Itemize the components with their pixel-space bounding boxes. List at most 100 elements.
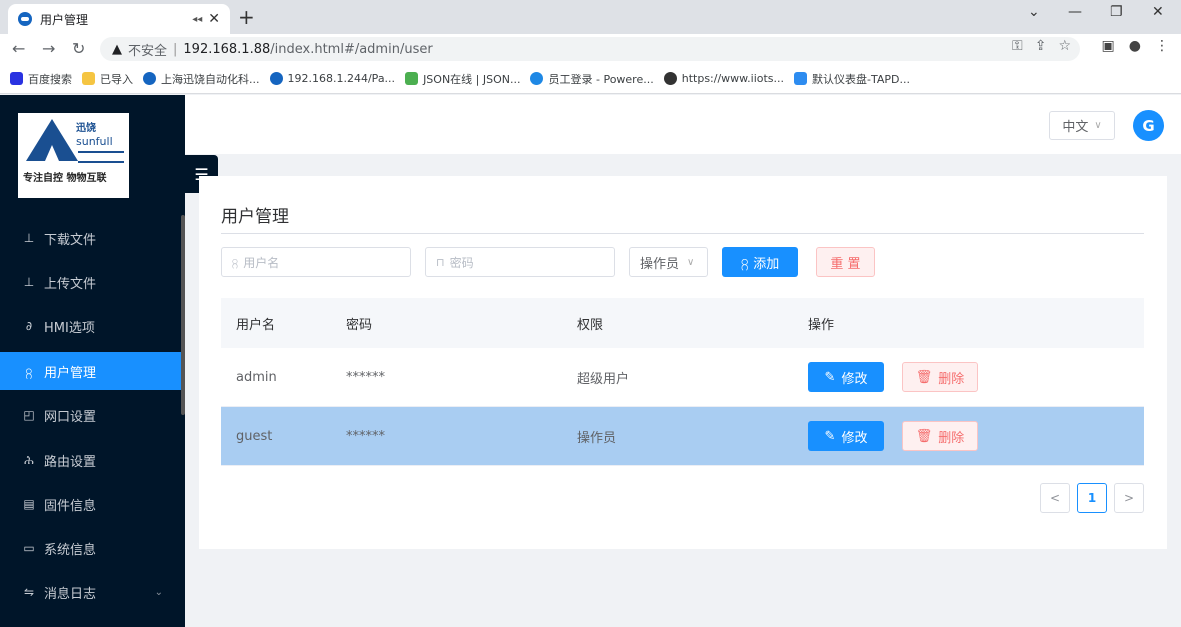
bookmark-item[interactable]: 默认仪表盘-TAPD... [794,71,910,87]
language-value: 中文 [1062,120,1089,135]
bookmark-item[interactable]: 192.168.1.244/Pa... [269,72,395,85]
url-separator: | [173,41,178,57]
page-number-button[interactable]: 1 [1077,483,1107,513]
sidebar-item-system[interactable]: ▭ 系统信息 [0,529,181,567]
bookmark-item[interactable]: JSON在线 | JSON... [405,71,520,87]
reset-button[interactable]: 重 置 [816,247,875,277]
bookmark-label: 默认仪表盘-TAPD... [812,72,910,86]
site-favicon-icon [18,12,32,26]
toolbar-actions: ▣ ● ⋮ [1102,38,1169,54]
sidebar-item-routing[interactable]: ሕ 路由设置 [0,441,181,479]
page-title: 用户管理 [221,207,289,227]
delete-button[interactable]: 🗑 删除 [902,421,978,451]
bookmark-label: 员工登录 - Powere... [548,72,654,86]
sidebar-item-label: 系统信息 [44,542,97,558]
bookmark-item[interactable]: 百度搜索 [10,71,72,87]
edit-icon: ✎ [824,428,836,444]
folder-icon [82,72,95,85]
browser-tab[interactable]: 用户管理 ◂◂ ✕ [8,4,230,34]
minimize-icon[interactable]: — [1068,4,1082,20]
sidebar-scrollbar[interactable] [181,215,185,415]
table-header: 用户名 密码 权限 操作 [221,298,1144,348]
edit-icon: ✎ [824,369,836,385]
sidebar-item-network[interactable]: ◰ 网口设置 [0,396,181,434]
password-input[interactable]: ⊓ 密码 [425,247,615,277]
header-username: 用户名 [236,317,276,333]
route-icon: ሕ [24,452,34,467]
bookmark-label: 已导入 [100,72,133,86]
cell-role: 操作员 [577,430,617,446]
next-page-button[interactable]: > [1114,483,1144,513]
address-bar-row: ← → ↻ ▲ 不安全 | 192.168.1.88 /index.html#/… [0,34,1181,64]
edit-button[interactable]: ✎ 修改 [808,362,884,392]
tab-close-icon[interactable]: ✕ [208,11,220,27]
logo-brand-cn: 迅饶 [76,123,96,134]
table-row[interactable]: guest ****** 操作员 ✎ 修改 🗑 删除 [221,407,1144,466]
divider [221,233,1144,234]
sidebar-item-logs[interactable]: ⇋ 消息日志 ⌄ [0,573,181,611]
window-close-icon[interactable]: ✕ [1152,4,1164,20]
trash-icon: 🗑 [915,369,933,385]
logo-slogan: 专注自控 物物互联 [23,173,107,184]
sidebar-item-label: 下载文件 [44,232,97,248]
bookmark-label: 百度搜索 [28,72,72,86]
key-icon[interactable]: ⚿ [1012,38,1023,54]
warning-icon: ▲ [112,41,122,57]
edit-button[interactable]: ✎ 修改 [808,421,884,451]
prev-page-button[interactable]: < [1040,483,1070,513]
forward-icon[interactable]: → [42,39,55,58]
company-logo: 迅饶 sunfull 专注自控 物物互联 [18,113,129,198]
back-icon[interactable]: ← [12,39,25,58]
reload-icon[interactable]: ↻ [72,39,85,58]
lock-icon: ⊓ [436,255,445,269]
tab-search-chevron-icon[interactable]: ⌄ [1028,4,1040,20]
bookmark-label: https://www.iiots... [681,72,785,85]
bookmark-label: 上海迅饶自动化科... [161,72,260,86]
bookmark-item[interactable]: 已导入 [82,71,133,87]
sidebar-item-firmware[interactable]: ▤ 固件信息 [0,485,181,523]
bookmark-5-icon [530,72,544,85]
bookmark-item[interactable]: https://www.iiots... [663,72,785,85]
cell-username: guest [236,428,273,444]
firmware-icon: ▤ [23,497,35,511]
bookmark-4-icon [405,72,419,85]
table-row[interactable]: admin ****** 超级用户 ✎ 修改 🗑 删除 [221,348,1144,407]
monitor-icon: ▭ [23,541,35,555]
sidebar-item-hmi[interactable]: ∂ HMI选项 [0,307,181,345]
sidebar-item-upload[interactable]: ⊥ 上传文件 [0,263,181,301]
share-icon[interactable]: ⇪ [1035,38,1047,54]
logo-brand-en: sunfull [76,135,113,148]
language-select[interactable]: 中文 ∨ [1049,111,1115,140]
username-input[interactable]: ႙ 用户名 [221,247,411,277]
sidepanel-icon[interactable]: ▣ [1102,38,1115,54]
role-select[interactable]: 操作员 ∨ [629,247,708,277]
sidebar-item-label: 上传文件 [44,276,97,292]
bookmark-3-icon [269,72,283,85]
bookmark-item[interactable]: 员工登录 - Powere... [530,71,654,87]
sidebar-item-label: 网口设置 [44,409,97,425]
cell-username: admin [236,369,277,385]
cell-actions: ✎ 修改 🗑 删除 [793,421,1144,451]
avatar[interactable]: G [1133,110,1164,141]
speaker-icon[interactable]: ◂◂ [192,14,202,25]
bookmark-item[interactable]: 上海迅饶自动化科... [143,71,260,87]
swap-icon: ⇋ [23,585,35,599]
url-field[interactable]: ▲ 不安全 | 192.168.1.88 /index.html#/admin/… [100,37,1080,61]
new-tab-icon[interactable]: + [238,5,255,29]
role-select-value: 操作员 [640,256,680,272]
add-user-button[interactable]: ႙ 添加 [722,247,798,277]
menu-kebab-icon[interactable]: ⋮ [1155,38,1169,54]
cell-password: ****** [346,369,385,385]
upload-icon: ⊥ [23,275,35,289]
bookmark-star-icon[interactable]: ☆ [1058,38,1071,54]
sidebar-item-user-management[interactable]: ႙ 用户管理 [0,352,181,390]
url-host: 192.168.1.88 [183,41,271,57]
tab-title: 用户管理 [40,12,89,27]
sidebar-item-download[interactable]: ⊥ 下载文件 [0,219,181,257]
cell-password: ****** [346,428,385,444]
logo-triangle-inner [45,145,59,161]
restore-icon[interactable]: ❐ [1110,4,1123,20]
delete-button[interactable]: 🗑 删除 [902,362,978,392]
header-actions: 操作 [808,317,835,333]
profile-icon[interactable]: ● [1129,38,1141,54]
